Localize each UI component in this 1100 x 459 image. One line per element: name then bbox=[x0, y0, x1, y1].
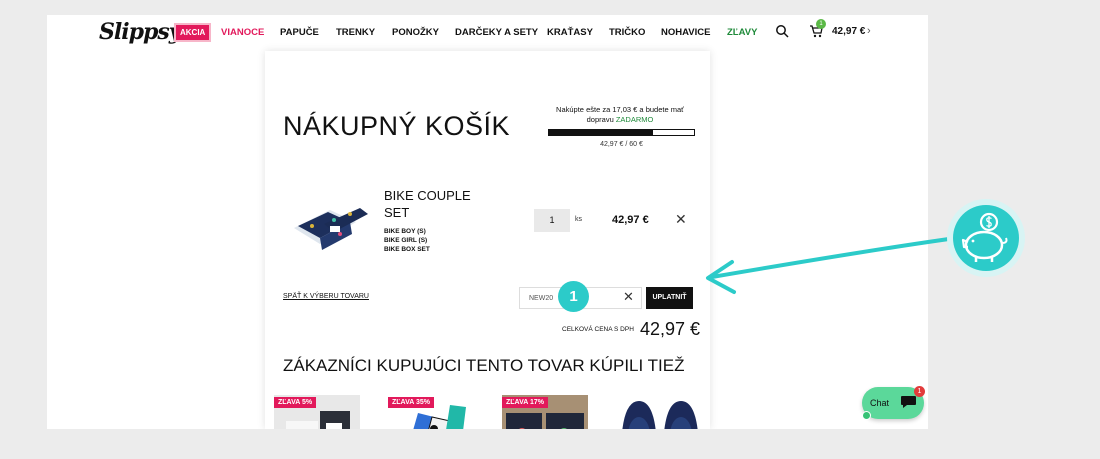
progress-text: 42,97 € / 60 € bbox=[600, 141, 643, 148]
recommendation-product-4[interactable] bbox=[617, 395, 703, 429]
nav-zlavy[interactable]: ZĽAVY bbox=[727, 27, 757, 38]
piggy-bank-icon bbox=[947, 199, 1025, 277]
recommendations-title: ZÁKAZNÍCI KUPUJÚCI TENTO TOVAR KÚPILI TI… bbox=[283, 356, 685, 375]
page-title: NÁKUPNÝ KOŠÍK bbox=[283, 111, 511, 141]
search-icon[interactable] bbox=[775, 24, 789, 38]
apply-coupon-button[interactable]: UPLATNIŤ bbox=[646, 287, 693, 309]
shipping-progress-bar bbox=[548, 129, 695, 136]
nav-trenky[interactable]: TRENKY bbox=[336, 27, 375, 38]
quantity-unit: ks bbox=[575, 216, 582, 223]
online-indicator bbox=[862, 411, 871, 420]
line-price: 42,97 € bbox=[612, 214, 649, 226]
remove-item-close-icon[interactable]: ✕ bbox=[675, 211, 687, 228]
chat-icon bbox=[901, 396, 916, 408]
discount-badge: ZĽAVA 35% bbox=[388, 397, 434, 408]
discount-badge: ZĽAVA 5% bbox=[274, 397, 317, 408]
nav-papuce[interactable]: PAPUČE bbox=[280, 27, 319, 38]
product-image[interactable] bbox=[290, 198, 370, 253]
step-marker: 1 bbox=[558, 281, 589, 312]
shipping-free-label: ZADARMO bbox=[615, 115, 654, 124]
subitem: BIKE BOY (S) bbox=[384, 228, 426, 235]
nav-kratasy[interactable]: KRAŤASY bbox=[547, 27, 593, 38]
nav-tricko[interactable]: TRIČKO bbox=[609, 27, 645, 38]
quantity-input[interactable]: 1 bbox=[534, 209, 570, 232]
cart-count-badge: 1 bbox=[816, 19, 826, 29]
chat-label: Chat bbox=[870, 398, 890, 408]
shipping-message: Nakúpte ešte za 17,03 € a budete mať dop… bbox=[545, 105, 695, 125]
discount-badge: ZĽAVA 17% bbox=[502, 397, 548, 408]
nav-darceky[interactable]: DARČEKY A SETY bbox=[455, 27, 538, 38]
browser-viewport: Slippsy AKCIA VIANOCE PAPUČE TRENKY PONO… bbox=[47, 15, 928, 429]
nav-nohavice[interactable]: NOHAVICE bbox=[661, 27, 710, 38]
total-value: 42,97 € bbox=[640, 319, 701, 339]
nav-akcia[interactable]: AKCIA bbox=[174, 23, 212, 42]
back-to-products-link[interactable]: SPÄŤ K VÝBERU TOVARU bbox=[283, 293, 369, 300]
cart-panel: NÁKUPNÝ KOŠÍK Nakúpte ešte za 17,03 € a … bbox=[265, 51, 710, 429]
subitem: BIKE BOX SET bbox=[384, 246, 430, 253]
chevron-right-icon[interactable]: › bbox=[867, 25, 871, 37]
top-navigation: Slippsy AKCIA VIANOCE PAPUČE TRENKY PONO… bbox=[47, 15, 928, 51]
chat-button[interactable]: Chat 1 bbox=[862, 386, 925, 420]
coupon-clear-close-icon[interactable]: ✕ bbox=[623, 289, 634, 305]
nav-ponozky[interactable]: PONOŽKY bbox=[392, 27, 439, 38]
product-subitems: BIKE BOY (S) BIKE GIRL (S) BIKE BOX SET bbox=[384, 227, 430, 254]
product-name[interactable]: BIKE COUPLE SET bbox=[384, 187, 484, 221]
progress-fill bbox=[549, 130, 653, 135]
total-label: CELKOVÁ CENA S DPH bbox=[562, 326, 634, 333]
cart-total[interactable]: 42,97 € bbox=[832, 26, 865, 37]
subitem: BIKE GIRL (S) bbox=[384, 237, 428, 244]
chat-notification-badge: 1 bbox=[914, 386, 925, 397]
nav-vianoce[interactable]: VIANOCE bbox=[221, 27, 264, 38]
logo[interactable]: Slippsy bbox=[99, 19, 182, 45]
